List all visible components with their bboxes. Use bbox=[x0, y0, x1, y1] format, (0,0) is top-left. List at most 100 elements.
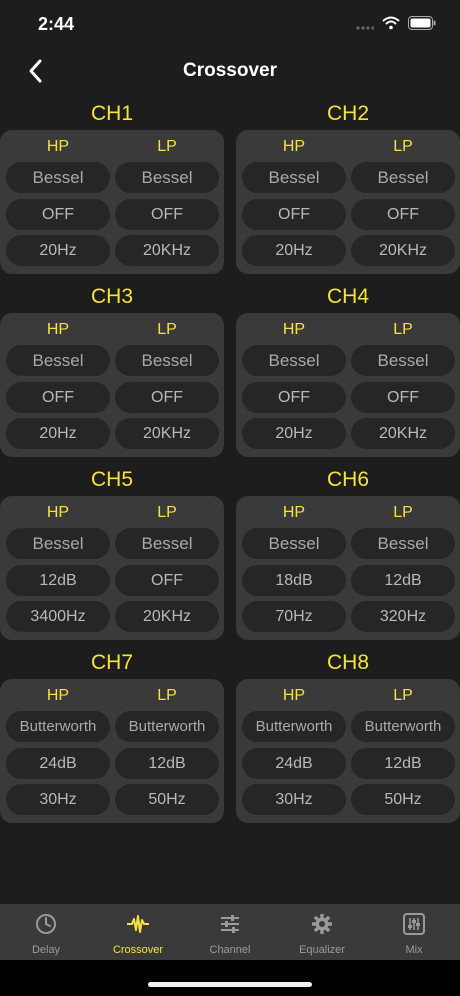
lp-freq-button[interactable]: 50Hz bbox=[115, 784, 219, 815]
hp-freq-button[interactable]: 20Hz bbox=[6, 418, 110, 449]
lp-freq-button[interactable]: 20KHz bbox=[115, 418, 219, 449]
lp-freq-button[interactable]: 20KHz bbox=[351, 418, 455, 449]
channel-row: CH5 HP Bessel 12dB 3400Hz LP Bessel OFF … bbox=[0, 464, 460, 644]
hp-type-button[interactable]: Butterworth bbox=[6, 711, 110, 742]
tab-crossover[interactable]: Crossover bbox=[92, 904, 184, 960]
hp-type-button[interactable]: Bessel bbox=[6, 528, 110, 559]
lp-freq-button[interactable]: 50Hz bbox=[351, 784, 455, 815]
home-indicator[interactable] bbox=[148, 982, 312, 987]
lp-label: LP bbox=[393, 138, 413, 155]
channel-row: CH1 HP Bessel OFF 20Hz LP Bessel OFF 20K… bbox=[0, 98, 460, 278]
hp-type-button[interactable]: Bessel bbox=[6, 162, 110, 193]
hp-type-button[interactable]: Butterworth bbox=[242, 711, 346, 742]
signal-icon bbox=[356, 17, 375, 35]
lp-type-button[interactable]: Bessel bbox=[351, 528, 455, 559]
lp-column: LP Bessel OFF 20KHz bbox=[115, 130, 219, 272]
channel-card-ch4: CH4 HP Bessel OFF 20Hz LP Bessel OFF 20K… bbox=[236, 281, 460, 457]
lp-column: LP Bessel OFF 20KHz bbox=[115, 313, 219, 455]
lp-slope-button[interactable]: 12dB bbox=[351, 564, 455, 596]
hp-freq-button[interactable]: 30Hz bbox=[242, 784, 346, 815]
lp-type-button[interactable]: Bessel bbox=[115, 345, 219, 376]
channel-card-ch8: CH8 HP Butterworth 24dB 30Hz LP Butterwo… bbox=[236, 647, 460, 823]
nav-bar: Crossover bbox=[0, 50, 460, 92]
sliders-icon bbox=[221, 915, 239, 933]
hp-column: HP Bessel OFF 20Hz bbox=[242, 313, 346, 455]
lp-freq-button[interactable]: 20KHz bbox=[115, 235, 219, 266]
channel-title: CH5 bbox=[90, 468, 133, 491]
lp-type-button[interactable]: Bessel bbox=[351, 162, 455, 193]
tab-channel[interactable]: Channel bbox=[184, 904, 276, 960]
channel-panel: HP Bessel 18dB 70Hz LP Bessel 12dB 320Hz bbox=[236, 496, 460, 640]
hp-type-button[interactable]: Bessel bbox=[242, 345, 346, 376]
hp-freq-button[interactable]: 20Hz bbox=[242, 235, 346, 266]
hp-column: HP Bessel 12dB 3400Hz bbox=[6, 496, 110, 638]
lp-freq-button[interactable]: 20KHz bbox=[115, 601, 219, 632]
hp-slope-button[interactable]: OFF bbox=[242, 381, 346, 413]
tab-mix[interactable]: Mix bbox=[368, 904, 460, 960]
lp-slope-button[interactable]: OFF bbox=[351, 381, 455, 413]
lp-slope-button[interactable]: OFF bbox=[115, 198, 219, 230]
lp-slope-button[interactable]: 12dB bbox=[351, 747, 455, 779]
hp-slope-button[interactable]: 18dB bbox=[242, 564, 346, 596]
lp-slope-button[interactable]: OFF bbox=[115, 564, 219, 596]
lp-type-button[interactable]: Butterworth bbox=[115, 711, 219, 742]
channel-card-ch6: CH6 HP Bessel 18dB 70Hz LP Bessel 12dB 3… bbox=[236, 464, 460, 640]
channel-title: CH4 bbox=[326, 285, 369, 308]
battery-icon bbox=[408, 16, 436, 35]
hp-slope-button[interactable]: 24dB bbox=[6, 747, 110, 779]
status-time: 2:44 bbox=[38, 14, 75, 34]
hp-type-button[interactable]: Bessel bbox=[242, 162, 346, 193]
hp-freq-button[interactable]: 20Hz bbox=[6, 235, 110, 266]
hp-slope-button[interactable]: OFF bbox=[6, 198, 110, 230]
lp-slope-button[interactable]: 12dB bbox=[115, 747, 219, 779]
hp-slope-button[interactable]: OFF bbox=[242, 198, 346, 230]
status-bar: 2:44 bbox=[0, 0, 460, 50]
hp-slope-button[interactable]: 24dB bbox=[242, 747, 346, 779]
tab-delay[interactable]: Delay bbox=[0, 904, 92, 960]
hp-type-button[interactable]: Bessel bbox=[242, 528, 346, 559]
lp-freq-button[interactable]: 320Hz bbox=[351, 601, 455, 632]
channel-card-ch2: CH2 HP Bessel OFF 20Hz LP Bessel OFF 20K… bbox=[236, 98, 460, 274]
channel-panel: HP Butterworth 24dB 30Hz LP Butterworth … bbox=[0, 679, 224, 823]
hp-type-button[interactable]: Bessel bbox=[6, 345, 110, 376]
lp-type-button[interactable]: Bessel bbox=[115, 162, 219, 193]
channel-title: CH8 bbox=[326, 651, 369, 674]
channel-title: CH1 bbox=[90, 102, 133, 125]
hp-slope-button[interactable]: OFF bbox=[6, 381, 110, 413]
lp-slope-button[interactable]: OFF bbox=[115, 381, 219, 413]
home-area bbox=[0, 960, 460, 996]
channel-panel: HP Bessel 12dB 3400Hz LP Bessel OFF 20KH… bbox=[0, 496, 224, 640]
lp-type-button[interactable]: Bessel bbox=[351, 345, 455, 376]
lp-type-button[interactable]: Butterworth bbox=[351, 711, 455, 742]
hp-freq-button[interactable]: 20Hz bbox=[242, 418, 346, 449]
hp-label: HP bbox=[46, 138, 70, 155]
hp-label: HP bbox=[282, 687, 306, 704]
hp-label: HP bbox=[282, 138, 306, 155]
lp-column: LP Butterworth 12dB 50Hz bbox=[115, 679, 219, 821]
status-icons bbox=[356, 16, 436, 35]
lp-slope-button[interactable]: OFF bbox=[351, 198, 455, 230]
channel-title: CH2 bbox=[326, 102, 369, 125]
hp-column: HP Butterworth 24dB 30Hz bbox=[6, 679, 110, 821]
lp-label: LP bbox=[157, 321, 177, 338]
channel-card-ch7: CH7 HP Butterworth 24dB 30Hz LP Butterwo… bbox=[0, 647, 224, 823]
hp-freq-button[interactable]: 70Hz bbox=[242, 601, 346, 632]
hp-column: HP Butterworth 24dB 30Hz bbox=[242, 679, 346, 821]
page-title: Crossover bbox=[183, 60, 277, 81]
lp-column: LP Bessel 12dB 320Hz bbox=[351, 496, 455, 638]
tab-label: Equalizer bbox=[299, 944, 345, 956]
lp-label: LP bbox=[393, 687, 413, 704]
channel-card-ch1: CH1 HP Bessel OFF 20Hz LP Bessel OFF 20K… bbox=[0, 98, 224, 274]
hp-freq-button[interactable]: 3400Hz bbox=[6, 601, 110, 632]
lp-column: LP Butterworth 12dB 50Hz bbox=[351, 679, 455, 821]
hp-slope-button[interactable]: 12dB bbox=[6, 564, 110, 596]
tab-equalizer[interactable]: Equalizer bbox=[276, 904, 368, 960]
tab-label: Channel bbox=[209, 944, 251, 956]
hp-freq-button[interactable]: 30Hz bbox=[6, 784, 110, 815]
channel-panel: HP Bessel OFF 20Hz LP Bessel OFF 20KHz bbox=[236, 313, 460, 457]
lp-freq-button[interactable]: 20KHz bbox=[351, 235, 455, 266]
hp-column: HP Bessel OFF 20Hz bbox=[242, 130, 346, 272]
tab-bar: Delay Crossover Channel Equalizer Mix bbox=[0, 904, 460, 960]
channel-card-ch5: CH5 HP Bessel 12dB 3400Hz LP Bessel OFF … bbox=[0, 464, 224, 640]
lp-type-button[interactable]: Bessel bbox=[115, 528, 219, 559]
